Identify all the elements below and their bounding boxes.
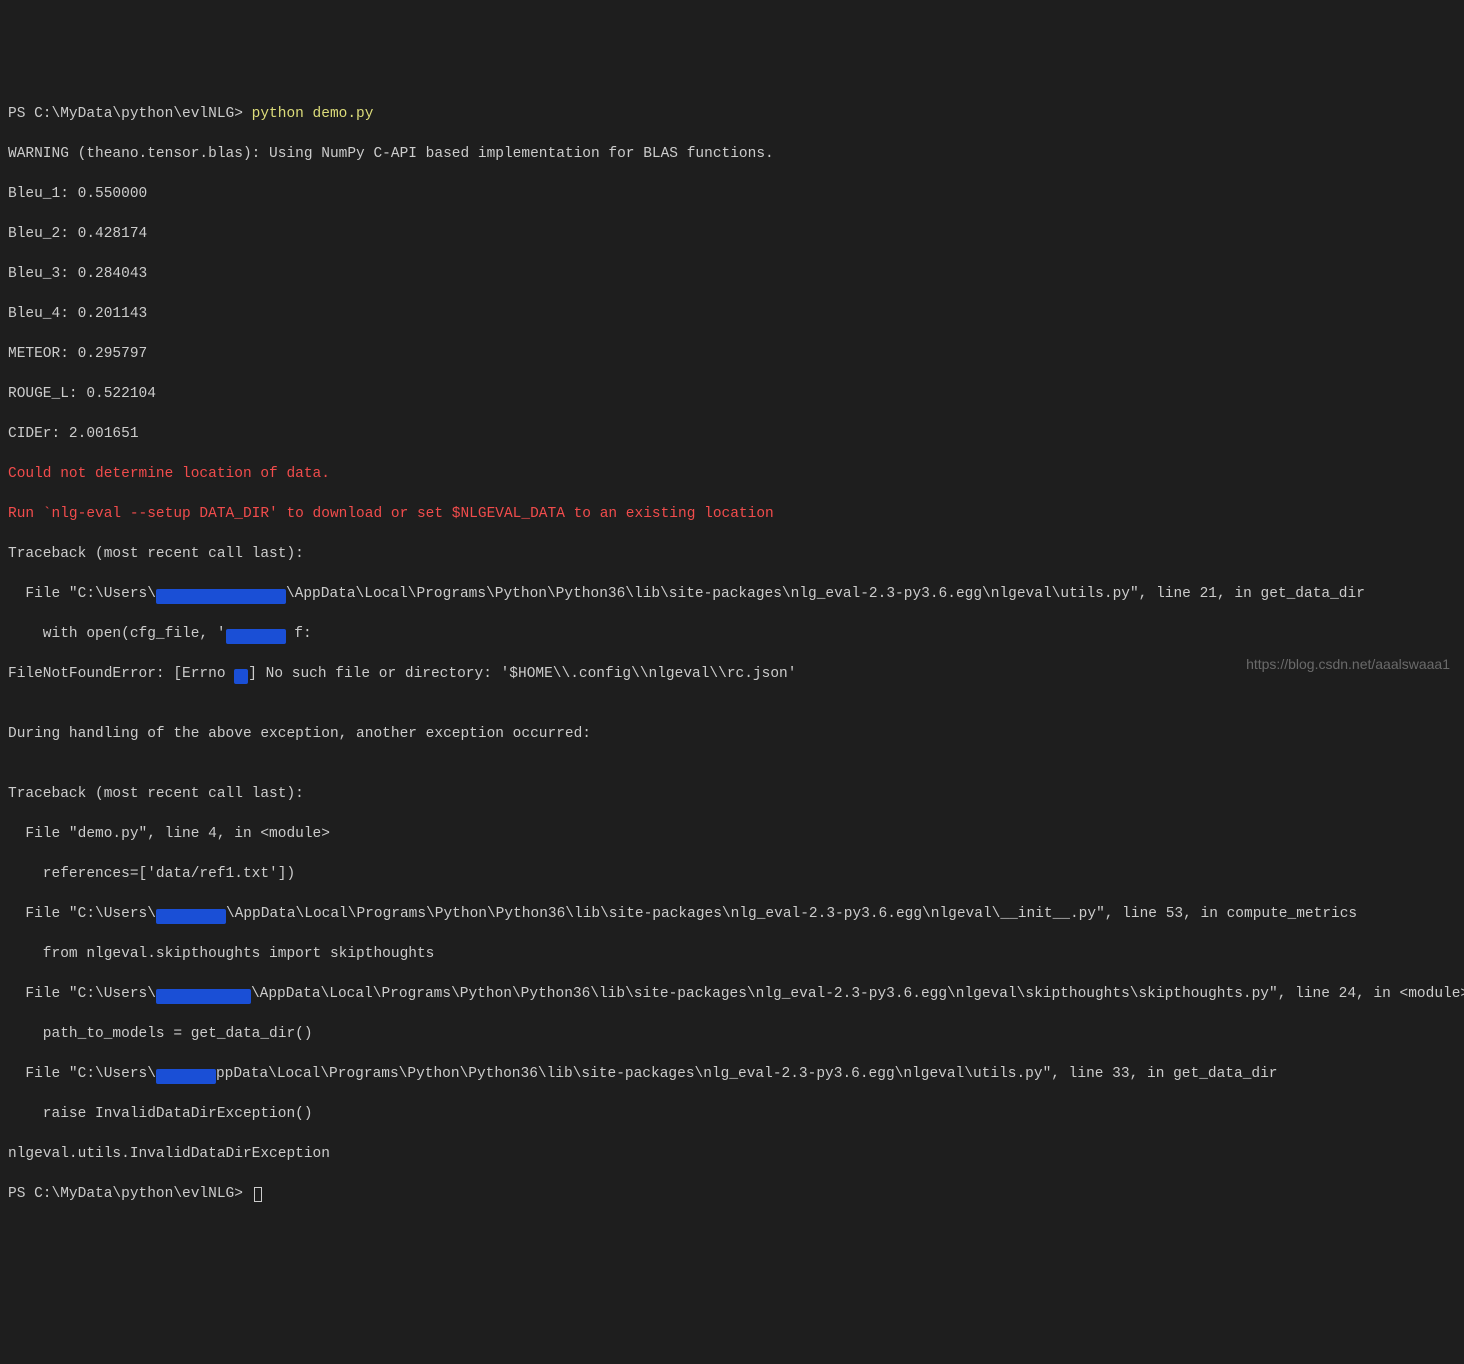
file-line-1: File "C:\Users\\AppData\Local\Programs\P… <box>8 584 1456 604</box>
error-line-2: Run `nlg-eval --setup DATA_DIR' to downl… <box>8 504 1456 524</box>
raise-line: raise InvalidDataDirException() <box>8 1104 1456 1124</box>
path-models-line: path_to_models = get_data_dir() <box>8 1024 1456 1044</box>
rouge-line: ROUGE_L: 0.522104 <box>8 384 1456 404</box>
file-demo-line: File "demo.py", line 4, in <module> <box>8 824 1456 844</box>
during-handling-line: During handling of the above exception, … <box>8 724 1456 744</box>
redacted-username <box>156 589 286 604</box>
from-skip-line: from nlgeval.skipthoughts import skiptho… <box>8 944 1456 964</box>
meteor-line: METEOR: 0.295797 <box>8 344 1456 364</box>
bleu4-line: Bleu_4: 0.201143 <box>8 304 1456 324</box>
prompt-line-2: PS C:\MyData\python\evlNLG> <box>8 1184 1456 1204</box>
cursor-icon[interactable] <box>254 1187 262 1202</box>
ps-prompt: PS C:\MyData\python\evlNLG> <box>8 106 252 122</box>
bleu1-line: Bleu_1: 0.550000 <box>8 184 1456 204</box>
redacted-username <box>156 989 251 1004</box>
redacted-text <box>226 629 286 644</box>
ps-prompt-2: PS C:\MyData\python\evlNLG> <box>8 1186 252 1202</box>
file-line-3: File "C:\Users\\AppData\Local\Programs\P… <box>8 984 1456 1004</box>
command-text: python demo.py <box>252 106 374 122</box>
terminal-output[interactable]: PS C:\MyData\python\evlNLG> python demo.… <box>8 84 1456 1224</box>
exception-line: nlgeval.utils.InvalidDataDirException <box>8 1144 1456 1164</box>
traceback-1: Traceback (most recent call last): <box>8 544 1456 564</box>
traceback-2: Traceback (most recent call last): <box>8 784 1456 804</box>
file-line-4: File "C:\Users\ppData\Local\Programs\Pyt… <box>8 1064 1456 1084</box>
file-line-2: File "C:\Users\\AppData\Local\Programs\P… <box>8 904 1456 924</box>
watermark-text: https://blog.csdn.net/aaalswaaa1 <box>1246 655 1450 674</box>
with-open-line: with open(cfg_file, ' f: <box>8 624 1456 644</box>
prompt-line-1: PS C:\MyData\python\evlNLG> python demo.… <box>8 104 1456 124</box>
bleu2-line: Bleu_2: 0.428174 <box>8 224 1456 244</box>
redacted-username <box>156 909 226 924</box>
cider-line: CIDEr: 2.001651 <box>8 424 1456 444</box>
references-line: references=['data/ref1.txt']) <box>8 864 1456 884</box>
warning-line: WARNING (theano.tensor.blas): Using NumP… <box>8 144 1456 164</box>
bleu3-line: Bleu_3: 0.284043 <box>8 264 1456 284</box>
redacted-errno <box>234 669 248 684</box>
redacted-username <box>156 1069 216 1084</box>
error-line-1: Could not determine location of data. <box>8 464 1456 484</box>
filenotfound-line: FileNotFoundError: [Errno ] No such file… <box>8 664 1456 684</box>
